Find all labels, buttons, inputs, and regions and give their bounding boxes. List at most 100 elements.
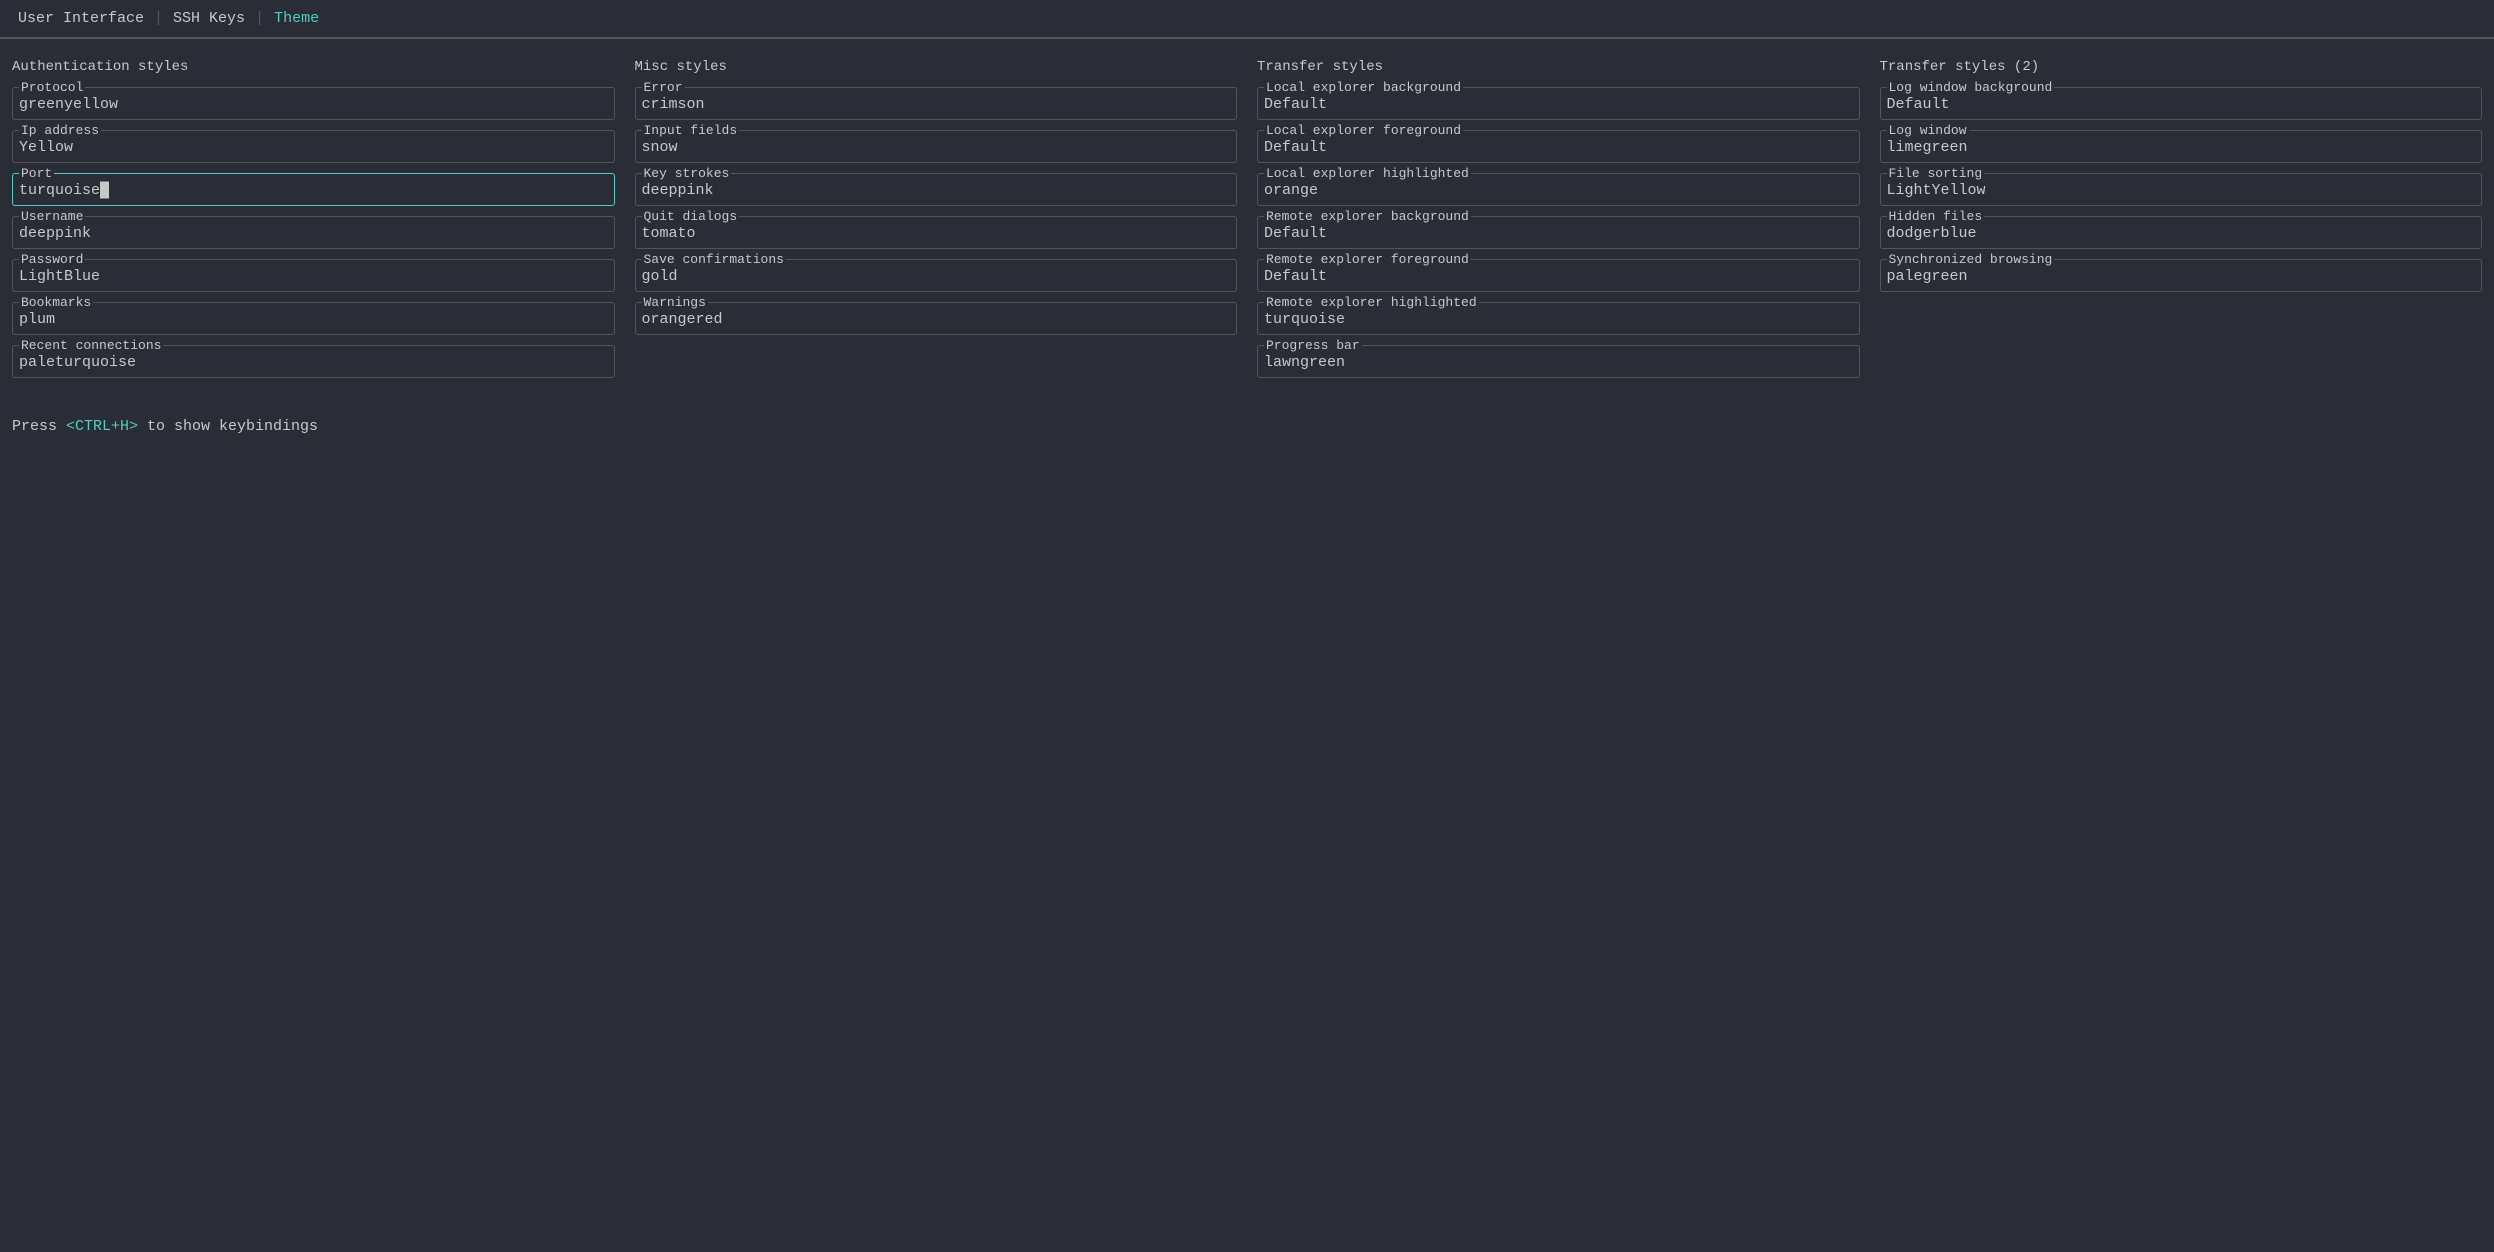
nav-bar: User Interface|SSH Keys|Theme bbox=[0, 0, 2494, 38]
section-title-transfer-styles-2: Transfer styles (2) bbox=[1880, 59, 2483, 75]
field-value[interactable]: Default bbox=[1887, 96, 2476, 113]
field-box-hidden-files[interactable]: Hidden filesdodgerblue bbox=[1880, 216, 2483, 249]
field-value[interactable]: turquoise█ bbox=[19, 182, 608, 199]
field-group: Key strokesdeeppink bbox=[635, 173, 1238, 206]
field-box-log-window[interactable]: Log windowlimegreen bbox=[1880, 130, 2483, 163]
field-box-input-fields[interactable]: Input fieldssnow bbox=[635, 130, 1238, 163]
field-group: Log windowlimegreen bbox=[1880, 130, 2483, 163]
field-label: Quit dialogs bbox=[642, 209, 740, 224]
nav-item-user-interface[interactable]: User Interface bbox=[12, 8, 150, 29]
field-value[interactable]: deeppink bbox=[19, 225, 608, 242]
field-value[interactable]: gold bbox=[642, 268, 1231, 285]
field-group: Save confirmationsgold bbox=[635, 259, 1238, 292]
field-value[interactable]: Default bbox=[1264, 225, 1853, 242]
section-title-auth-styles: Authentication styles bbox=[12, 59, 615, 75]
field-value[interactable]: limegreen bbox=[1887, 139, 2476, 156]
field-group: Local explorer backgroundDefault bbox=[1257, 87, 1860, 120]
field-label: Ip address bbox=[19, 123, 101, 138]
field-box-bookmarks[interactable]: Bookmarksplum bbox=[12, 302, 615, 335]
field-box-remote-explorer-background[interactable]: Remote explorer backgroundDefault bbox=[1257, 216, 1860, 249]
field-label: Bookmarks bbox=[19, 295, 93, 310]
field-value[interactable]: snow bbox=[642, 139, 1231, 156]
field-box-progress-bar[interactable]: Progress barlawngreen bbox=[1257, 345, 1860, 378]
field-label: Input fields bbox=[642, 123, 740, 138]
field-box-quit-dialogs[interactable]: Quit dialogstomato bbox=[635, 216, 1238, 249]
field-label: Recent connections bbox=[19, 338, 163, 353]
field-label: Username bbox=[19, 209, 85, 224]
field-value[interactable]: Default bbox=[1264, 139, 1853, 156]
field-group: Ip addressYellow bbox=[12, 130, 615, 163]
field-box-password[interactable]: PasswordLightBlue bbox=[12, 259, 615, 292]
field-label: Local explorer highlighted bbox=[1264, 166, 1471, 181]
field-value[interactable]: orange bbox=[1264, 182, 1853, 199]
field-group: Usernamedeeppink bbox=[12, 216, 615, 249]
field-value[interactable]: crimson bbox=[642, 96, 1231, 113]
field-label: Local explorer foreground bbox=[1264, 123, 1463, 138]
field-box-log-window-background[interactable]: Log window backgroundDefault bbox=[1880, 87, 2483, 120]
field-group: Remote explorer highlightedturquoise bbox=[1257, 302, 1860, 335]
status-suffix: to show keybindings bbox=[138, 418, 318, 435]
field-value[interactable]: palegreen bbox=[1887, 268, 2476, 285]
field-value[interactable]: lawngreen bbox=[1264, 354, 1853, 371]
field-box-ip-address[interactable]: Ip addressYellow bbox=[12, 130, 615, 163]
field-box-remote-explorer-highlighted[interactable]: Remote explorer highlightedturquoise bbox=[1257, 302, 1860, 335]
field-label: Remote explorer background bbox=[1264, 209, 1471, 224]
field-group: Local explorer foregroundDefault bbox=[1257, 130, 1860, 163]
field-value[interactable]: Default bbox=[1264, 268, 1853, 285]
field-box-error[interactable]: Errorcrimson bbox=[635, 87, 1238, 120]
field-value[interactable]: deeppink bbox=[642, 182, 1231, 199]
field-box-save-confirmations[interactable]: Save confirmationsgold bbox=[635, 259, 1238, 292]
field-label: Protocol bbox=[19, 80, 85, 95]
field-box-username[interactable]: Usernamedeeppink bbox=[12, 216, 615, 249]
section-transfer-styles: Transfer styles Local explorer background… bbox=[1257, 59, 1860, 388]
field-box-warnings[interactable]: Warningsorangered bbox=[635, 302, 1238, 335]
field-value[interactable]: plum bbox=[19, 311, 608, 328]
field-group: Errorcrimson bbox=[635, 87, 1238, 120]
field-value[interactable]: Default bbox=[1264, 96, 1853, 113]
field-box-local-explorer-foreground[interactable]: Local explorer foregroundDefault bbox=[1257, 130, 1860, 163]
field-value[interactable]: turquoise bbox=[1264, 311, 1853, 328]
field-box-recent-connections[interactable]: Recent connectionspaleturquoise bbox=[12, 345, 615, 378]
field-value[interactable]: LightBlue bbox=[19, 268, 608, 285]
status-bar: Press <CTRL+H> to show keybindings bbox=[12, 412, 2482, 441]
field-value[interactable]: Yellow bbox=[19, 139, 608, 156]
field-label: File sorting bbox=[1887, 166, 1985, 181]
field-box-local-explorer-highlighted[interactable]: Local explorer highlightedorange bbox=[1257, 173, 1860, 206]
field-value[interactable]: LightYellow bbox=[1887, 182, 2476, 199]
nav-item-theme[interactable]: Theme bbox=[268, 8, 325, 29]
field-label: Progress bar bbox=[1264, 338, 1362, 353]
field-label: Log window background bbox=[1887, 80, 2055, 95]
field-label: Warnings bbox=[642, 295, 708, 310]
field-group: Progress barlawngreen bbox=[1257, 345, 1860, 378]
field-label: Key strokes bbox=[642, 166, 732, 181]
field-value[interactable]: paleturquoise bbox=[19, 354, 608, 371]
section-misc-styles: Misc styles Errorcrimson Input fieldssnow K… bbox=[635, 59, 1238, 388]
field-label: Hidden files bbox=[1887, 209, 1985, 224]
field-group: File sortingLightYellow bbox=[1880, 173, 2483, 206]
field-label: Error bbox=[642, 80, 685, 95]
status-keybinding: <CTRL+H> bbox=[66, 418, 138, 435]
field-value[interactable]: dodgerblue bbox=[1887, 225, 2476, 242]
nav-item-ssh-keys[interactable]: SSH Keys bbox=[167, 8, 251, 29]
field-label: Synchronized browsing bbox=[1887, 252, 2055, 267]
field-box-synchronized-browsing[interactable]: Synchronized browsingpalegreen bbox=[1880, 259, 2483, 292]
field-box-key-strokes[interactable]: Key strokesdeeppink bbox=[635, 173, 1238, 206]
field-box-local-explorer-background[interactable]: Local explorer backgroundDefault bbox=[1257, 87, 1860, 120]
field-label: Port bbox=[19, 166, 54, 181]
field-group: Remote explorer foregroundDefault bbox=[1257, 259, 1860, 292]
field-group: Hidden filesdodgerblue bbox=[1880, 216, 2483, 249]
field-box-protocol[interactable]: Protocolgreenyellow bbox=[12, 87, 615, 120]
field-box-remote-explorer-foreground[interactable]: Remote explorer foregroundDefault bbox=[1257, 259, 1860, 292]
section-title-transfer-styles: Transfer styles bbox=[1257, 59, 1860, 75]
main-content: Authentication styles Protocolgreenyellow… bbox=[0, 39, 2494, 453]
field-box-file-sorting[interactable]: File sortingLightYellow bbox=[1880, 173, 2483, 206]
field-label: Password bbox=[19, 252, 85, 267]
field-group: Portturquoise█ bbox=[12, 173, 615, 206]
field-value[interactable]: tomato bbox=[642, 225, 1231, 242]
field-box-port[interactable]: Portturquoise█ bbox=[12, 173, 615, 206]
nav-separator: | bbox=[150, 10, 167, 27]
section-title-misc-styles: Misc styles bbox=[635, 59, 1238, 75]
field-value[interactable]: greenyellow bbox=[19, 96, 608, 113]
section-transfer-styles-2: Transfer styles (2) Log window background… bbox=[1880, 59, 2483, 388]
field-value[interactable]: orangered bbox=[642, 311, 1231, 328]
